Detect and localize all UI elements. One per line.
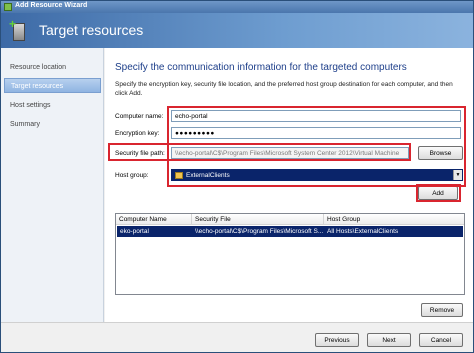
- cell-host-group: All Hosts\ExternalClients: [327, 228, 399, 235]
- table-row[interactable]: eko-portal \\echo-portal\C$\Program File…: [117, 226, 463, 237]
- host-group-label: Host group:: [115, 172, 149, 179]
- remove-button[interactable]: Remove: [421, 303, 463, 317]
- cell-security-file: \\echo-portal\C$\Program Files\Microsoft…: [195, 228, 324, 235]
- encryption-key-label: Encryption key:: [115, 130, 160, 137]
- step-summary[interactable]: Summary: [4, 117, 101, 132]
- section-description: Specify the encryption key, security fil…: [115, 81, 453, 97]
- table-header: Computer Name Security File Host Group: [116, 214, 464, 225]
- section-heading: Specify the communication information fo…: [115, 62, 407, 73]
- previous-button[interactable]: Previous: [315, 333, 359, 347]
- column-header-host-group[interactable]: Host Group: [324, 214, 464, 225]
- app-icon: [4, 3, 12, 11]
- highlight-security-file: [108, 143, 411, 161]
- wizard-footer: Previous Next Cancel: [1, 322, 473, 352]
- main-content: Specify the communication information fo…: [105, 48, 473, 322]
- highlight-add-button: [416, 184, 461, 202]
- step-host-settings[interactable]: Host settings: [4, 98, 101, 113]
- computer-name-label: Computer name:: [115, 113, 164, 120]
- wizard-window: Add Resource Wizard + Target resources R…: [0, 0, 474, 353]
- window-title: Add Resource Wizard: [15, 2, 88, 9]
- wizard-steps: Resource location Target resources Host …: [1, 48, 104, 322]
- title-bar: Add Resource Wizard: [1, 1, 473, 13]
- step-resource-location[interactable]: Resource location: [4, 60, 101, 75]
- next-button[interactable]: Next: [367, 333, 411, 347]
- wizard-header: + Target resources: [1, 13, 473, 48]
- target-computers-table: Computer Name Security File Host Group e…: [115, 213, 465, 295]
- column-header-computer[interactable]: Computer Name: [116, 214, 192, 225]
- column-header-security-file[interactable]: Security File: [192, 214, 324, 225]
- server-add-icon: +: [9, 18, 29, 41]
- page-title: Target resources: [39, 22, 144, 38]
- step-target-resources[interactable]: Target resources: [4, 78, 101, 93]
- cancel-button[interactable]: Cancel: [419, 333, 463, 347]
- cell-computer-name: eko-portal: [120, 228, 149, 235]
